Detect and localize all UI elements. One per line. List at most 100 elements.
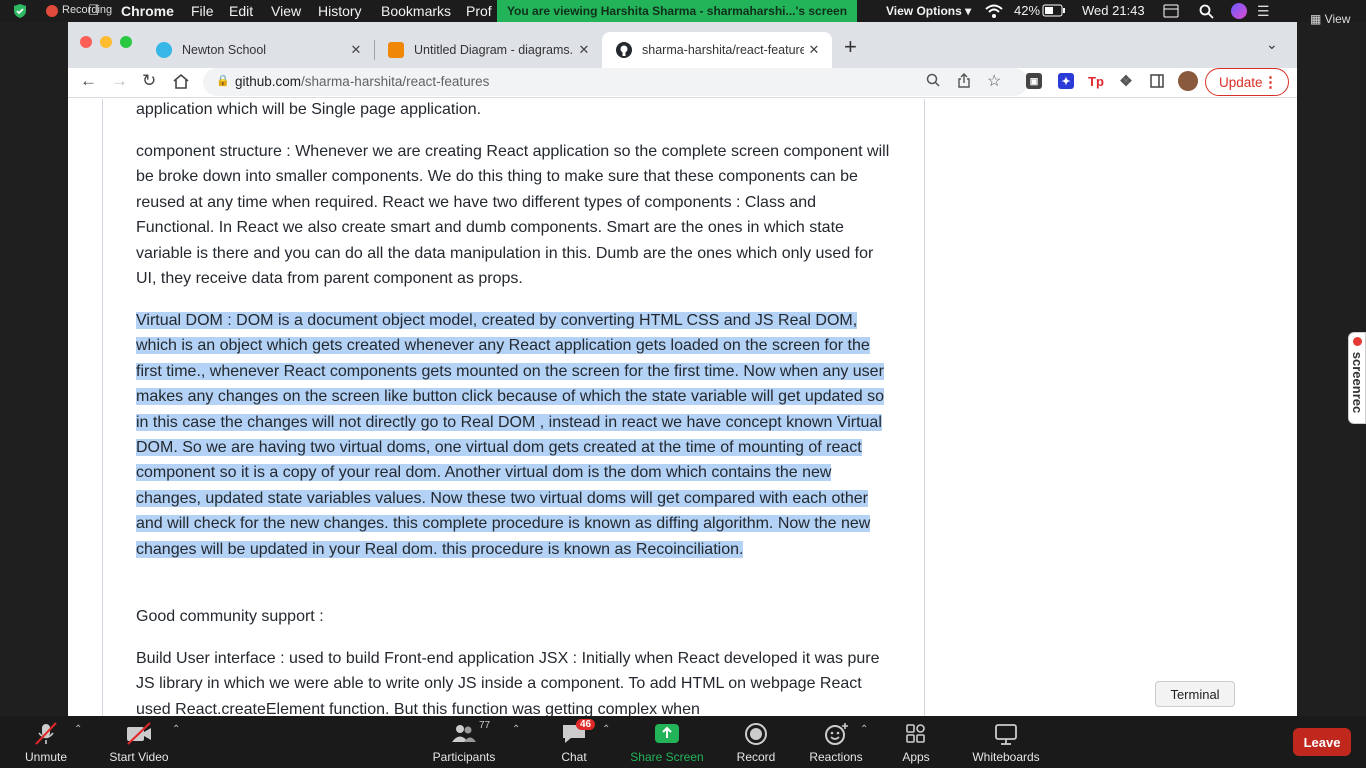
forward-arrow-icon[interactable]: → <box>111 71 128 91</box>
readme-paragraph-build-ui: Build User interface : used to build Fro… <box>136 650 880 716</box>
whiteboards-button[interactable]: Whiteboards <box>968 722 1044 764</box>
url-host: github.com <box>235 74 302 89</box>
screen: Recording  Chrome File Edit View Histor… <box>0 0 1366 768</box>
unmute-button[interactable]: Unmute <box>20 722 72 764</box>
tab-github-react-features[interactable]: sharma-harshita/react-features ✕ <box>602 32 832 68</box>
share-screen-icon <box>655 724 679 743</box>
apps-grid-icon <box>906 724 925 743</box>
chat-caret-icon[interactable]: ⌃ <box>602 724 610 735</box>
siri-icon[interactable] <box>1231 3 1247 19</box>
close-window-button[interactable] <box>80 36 92 48</box>
menu-profiles[interactable]: Prof <box>466 3 492 19</box>
home-icon[interactable] <box>172 73 190 90</box>
tab-diagrams[interactable]: Untitled Diagram - diagrams.net ✕ <box>374 32 602 68</box>
url-path: /sharma-harshita/react-features <box>301 74 490 89</box>
control-center-icon[interactable]: ☰ <box>1257 3 1270 20</box>
apps-button[interactable]: Apps <box>896 722 936 764</box>
lock-icon[interactable]: 🔒 <box>216 74 230 87</box>
screenrec-side-tab[interactable]: screenrec <box>1348 332 1366 424</box>
video-options-caret-icon[interactable]: ⌃ <box>172 724 180 735</box>
menu-app-name[interactable]: Chrome <box>121 3 174 19</box>
participants-count: 77 <box>479 720 491 731</box>
minimize-window-button[interactable] <box>100 36 112 48</box>
github-favicon-icon <box>616 42 632 58</box>
chat-unread-badge: 46 <box>576 719 596 730</box>
tab-search-chevron-icon[interactable]: ⌄ <box>1266 36 1278 53</box>
share-screen-button[interactable]: Share Screen <box>630 722 704 764</box>
audio-options-caret-icon[interactable]: ⌃ <box>74 724 82 735</box>
back-arrow-icon[interactable]: ← <box>80 71 97 91</box>
whiteboards-label: Whiteboards <box>972 750 1040 764</box>
screen-mirror-icon[interactable] <box>1163 4 1179 18</box>
start-video-button[interactable]: Start Video <box>106 722 172 764</box>
battery-percent: 42% <box>1014 3 1041 18</box>
side-panel-icon[interactable] <box>1149 73 1165 89</box>
participants-label: Participants <box>432 750 496 764</box>
view-options-label: View Options <box>886 4 962 18</box>
tab-close-icon[interactable]: ✕ <box>804 42 824 58</box>
menu-file[interactable]: File <box>191 3 214 19</box>
readme-paragraph: application which will be Single page ap… <box>136 101 482 118</box>
menu-bookmarks[interactable]: Bookmarks <box>381 3 451 19</box>
tab-title: Newton School <box>182 43 267 57</box>
viewing-screen-banner: You are viewing Harshita Sharma - sharma… <box>497 0 857 22</box>
readme-paragraph-component-structure: component structure : Whenever we are cr… <box>136 143 890 288</box>
tab-title: Untitled Diagram - diagrams.net <box>414 43 574 57</box>
profile-avatar[interactable] <box>1178 71 1198 91</box>
share-icon[interactable] <box>957 73 971 88</box>
reactions-button[interactable]: Reactions <box>808 722 864 764</box>
screenrec-dot-icon <box>1353 337 1362 346</box>
recording-dot-icon <box>46 5 58 17</box>
new-tab-button[interactable]: + <box>844 34 857 60</box>
chat-label: Chat <box>561 750 587 764</box>
zoom-view-label: View <box>1324 12 1351 26</box>
readme-paragraph-virtual-dom: Virtual DOM : DOM is a document object m… <box>136 308 896 562</box>
menu-edit[interactable]: Edit <box>229 3 253 19</box>
apps-label: Apps <box>902 750 930 764</box>
zoom-view-button[interactable]: ▦ View <box>1310 12 1350 26</box>
menu-view[interactable]: View <box>271 3 301 19</box>
reactions-caret-icon[interactable]: ⌃ <box>860 724 868 735</box>
leave-meeting-button[interactable]: Leave <box>1293 728 1351 756</box>
battery-icon[interactable] <box>1042 4 1066 17</box>
zoom-window-button[interactable] <box>120 36 132 48</box>
extensions-puzzle-icon[interactable]: ❖ <box>1118 73 1134 90</box>
extension-cast-icon[interactable]: ▣ <box>1026 73 1042 89</box>
menu-history[interactable]: History <box>318 3 362 19</box>
start-video-label: Start Video <box>109 750 169 764</box>
apple-icon[interactable]:  <box>88 2 99 19</box>
chat-icon-wrap: 46 <box>559 719 596 746</box>
reload-icon[interactable]: ↻ <box>142 71 156 91</box>
reactions-label: Reactions <box>809 750 863 764</box>
extension-badge-icon[interactable]: ✦ <box>1058 73 1074 89</box>
tab-close-icon[interactable]: ✕ <box>574 42 594 58</box>
more-vertical-icon[interactable]: ⋮ <box>1263 73 1278 91</box>
bookmark-star-icon[interactable]: ☆ <box>987 71 1001 91</box>
whiteboard-icon <box>995 724 1017 745</box>
participants-button[interactable]: 77 Participants <box>430 720 498 764</box>
spotlight-search-icon[interactable] <box>1199 4 1214 19</box>
screenrec-label: screenrec <box>1350 351 1366 414</box>
readme-article: application which will be Single page ap… <box>102 99 925 716</box>
newton-school-favicon-icon <box>156 42 172 58</box>
record-button[interactable]: Record <box>736 722 776 764</box>
address-bar[interactable]: 🔒 github.com/sharma-harshita/react-featu… <box>203 68 1028 96</box>
participants-caret-icon[interactable]: ⌃ <box>512 724 520 735</box>
zoom-magnifier-icon[interactable] <box>926 73 940 87</box>
selected-text: Virtual DOM : DOM is a document object m… <box>136 312 884 558</box>
diagrams-favicon-icon <box>388 42 404 58</box>
extension-tp-icon[interactable]: Tp <box>1088 73 1104 89</box>
github-page: application which will be Single page ap… <box>68 99 1297 716</box>
record-label: Record <box>736 750 776 764</box>
mac-menubar: Recording  Chrome File Edit View Histor… <box>0 0 1366 22</box>
update-button[interactable]: Update ⋮ <box>1205 68 1289 96</box>
tab-newton-school[interactable]: Newton School ✕ <box>142 32 374 68</box>
unmute-label: Unmute <box>24 750 68 764</box>
tab-title: sharma-harshita/react-features <box>642 43 804 57</box>
chat-button[interactable]: 46 Chat <box>556 719 596 764</box>
tab-close-icon[interactable]: ✕ <box>346 42 366 58</box>
menubar-clock: Wed 21:43 <box>1082 3 1145 18</box>
video-camera-off-icon <box>127 722 151 745</box>
wifi-icon[interactable] <box>984 3 1004 19</box>
view-options-button[interactable]: View Options ▾ <box>886 4 971 18</box>
